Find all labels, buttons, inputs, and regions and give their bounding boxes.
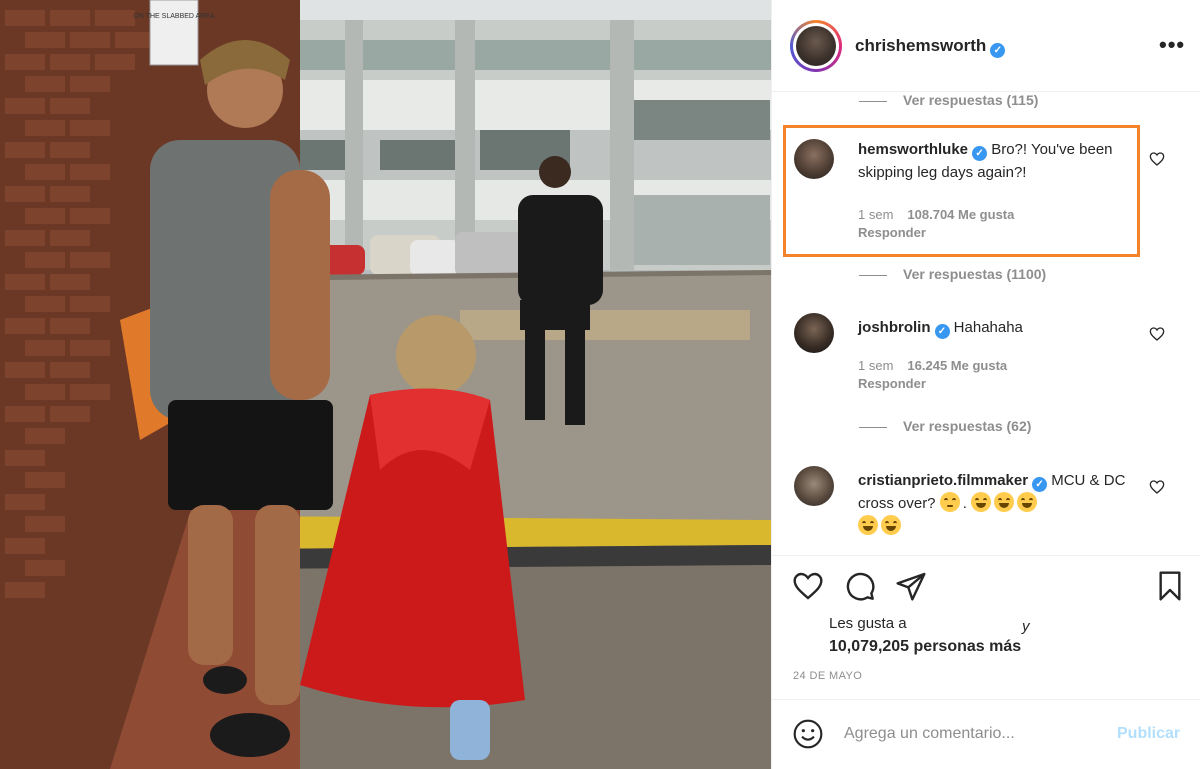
view-replies-label[interactable]: Ver respuestas (1100) <box>903 266 1046 282</box>
comment-time[interactable]: 1 sem <box>858 358 893 373</box>
tears-of-joy-emoji-icon <box>994 492 1015 512</box>
commenter-avatar[interactable] <box>794 139 834 179</box>
comment-content-end: . <box>962 495 967 512</box>
commenter-username[interactable]: cristianprieto.filmmaker <box>858 472 1028 489</box>
comments-list: Ver respuestas (115) hemsworthluke ✓ Bro?… <box>772 92 1200 555</box>
share-paper-plane-icon[interactable] <box>895 570 927 602</box>
comment-meta: 1 sem 16.245 Me gusta Responder <box>858 357 1007 393</box>
like-comment-heart-icon[interactable] <box>1149 151 1165 167</box>
comment-text: cristianprieto.filmmaker ✓ MCU & DC cross… <box>858 469 1133 538</box>
comment-time[interactable]: 1 sem <box>858 207 893 222</box>
view-replies-label[interactable]: Ver respuestas (115) <box>903 92 1038 108</box>
save-bookmark-icon[interactable] <box>1154 570 1186 602</box>
verified-badge-icon: ✓ <box>990 43 1006 58</box>
comment-text: joshbrolin ✓ Hahahaha <box>858 316 1118 339</box>
like-comment-heart-icon[interactable] <box>1149 326 1165 342</box>
view-replies-link[interactable]: Ver respuestas (62) <box>859 418 1031 434</box>
post-header: chrishemsworth ✓ ••• <box>772 0 1200 92</box>
emoji-picker-icon[interactable] <box>792 718 824 750</box>
photo-illustration: ON THE SLABBED AREA <box>0 0 771 769</box>
author-avatar[interactable] <box>790 20 842 72</box>
commenter-avatar[interactable] <box>794 466 834 506</box>
tears-of-joy-emoji-icon <box>858 515 878 535</box>
comment-likes[interactable]: 16.245 Me gusta <box>907 358 1007 373</box>
post-date[interactable]: 24 DE MAYO <box>793 670 862 682</box>
likes-count[interactable]: 10,079,205 personas más <box>829 638 1021 656</box>
add-comment-bar: Publicar <box>772 699 1200 769</box>
author-username[interactable]: chrishemsworth ✓ <box>855 36 1006 58</box>
commenter-username[interactable]: hemsworthluke <box>858 141 968 158</box>
thinking-face-emoji-icon <box>939 492 960 512</box>
reply-button[interactable]: Responder <box>858 225 926 240</box>
post-actions: Les gusta a y 10,079,205 personas más 24… <box>772 555 1200 699</box>
author-username-text[interactable]: chrishemsworth <box>855 36 986 55</box>
commenter-username[interactable]: joshbrolin <box>858 319 931 336</box>
likes-conjunction: y <box>1022 618 1030 635</box>
view-replies-link[interactable]: Ver respuestas (1100) <box>859 266 1046 282</box>
view-replies-label[interactable]: Ver respuestas (62) <box>903 418 1031 434</box>
like-heart-icon[interactable] <box>792 570 824 602</box>
like-comment-heart-icon[interactable] <box>1149 479 1165 495</box>
verified-badge-icon: ✓ <box>972 146 988 161</box>
commenter-avatar[interactable] <box>794 313 834 353</box>
post-photo[interactable]: ON THE SLABBED AREA <box>0 0 771 769</box>
verified-badge-icon: ✓ <box>934 324 950 339</box>
comment-text: hemsworthluke ✓ Bro?! You've been skippin… <box>858 138 1118 184</box>
reply-button[interactable]: Responder <box>858 376 926 391</box>
comment-input[interactable] <box>844 722 1104 746</box>
likes-prefix: Les gusta a <box>829 615 907 632</box>
grinning-sweat-emoji-icon <box>971 492 992 512</box>
comment-bubble-icon[interactable] <box>844 570 876 602</box>
publish-button[interactable]: Publicar <box>1117 725 1180 743</box>
post-sidebar: chrishemsworth ✓ ••• Ver respuestas (115)… <box>771 0 1200 769</box>
view-replies-link[interactable]: Ver respuestas (115) <box>859 92 1038 108</box>
comment-meta: 1 sem 108.704 Me gusta Responder <box>858 206 1014 242</box>
more-options-icon[interactable]: ••• <box>1159 32 1185 58</box>
grinning-sweat-emoji-icon <box>1017 492 1038 512</box>
comment-content: Hahahaha <box>953 319 1023 336</box>
grinning-sweat-emoji-icon <box>881 515 901 535</box>
comment-likes[interactable]: 108.704 Me gusta <box>907 207 1014 222</box>
sign-text: ON THE SLABBED AREA <box>133 13 215 20</box>
verified-badge-icon: ✓ <box>1032 477 1048 492</box>
